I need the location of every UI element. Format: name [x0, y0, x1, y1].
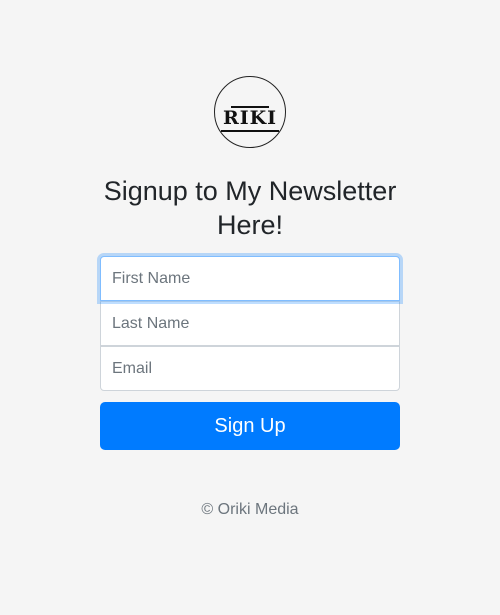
- sign-up-button[interactable]: Sign Up: [100, 402, 400, 450]
- brand-logo: RIKI: [214, 76, 286, 148]
- newsletter-page: RIKI Signup to My Newsletter Here! Sign …: [0, 0, 500, 615]
- signup-form: [100, 256, 400, 391]
- last-name-input[interactable]: [100, 301, 400, 346]
- footer-copyright: © Oriki Media: [201, 501, 299, 518]
- page-title: Signup to My Newsletter Here!: [103, 176, 397, 240]
- email-input[interactable]: [100, 346, 400, 391]
- logo-bar-bottom: [221, 130, 279, 132]
- logo-text: RIKI: [222, 107, 278, 129]
- first-name-input[interactable]: [100, 256, 400, 301]
